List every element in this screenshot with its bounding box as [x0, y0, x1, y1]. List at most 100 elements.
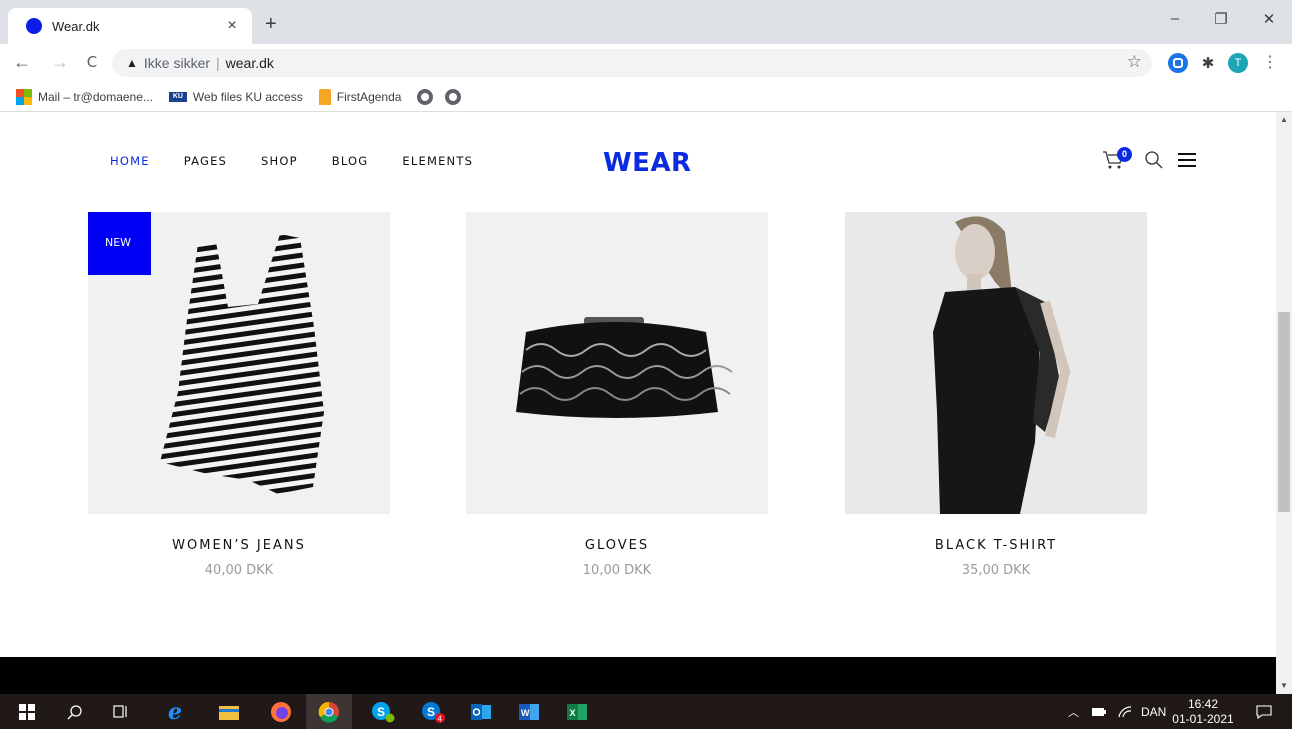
scroll-up-icon[interactable]: ▲: [1276, 112, 1292, 128]
menu-hamburger-icon[interactable]: [1178, 153, 1196, 167]
search-icon: [67, 704, 82, 719]
globe-icon[interactable]: [417, 88, 434, 105]
back-button[interactable]: ←: [10, 52, 34, 72]
cart-count-badge[interactable]: 0: [1117, 147, 1132, 162]
bookmark-ku[interactable]: KU Web files KU access: [168, 89, 303, 104]
folder-icon: [219, 705, 239, 720]
notifications-icon[interactable]: [1244, 694, 1284, 729]
browser-tab[interactable]: Wear.dk ×: [8, 8, 252, 44]
scroll-thumb[interactable]: [1278, 312, 1290, 512]
forward-button[interactable]: →: [48, 52, 72, 72]
bookmark-firstagenda[interactable]: FirstAgenda: [318, 88, 401, 105]
taskbar-search-icon[interactable]: [52, 694, 98, 729]
site-navigation: HOME PAGES SHOP BLOG ELEMENTS: [110, 154, 473, 168]
page-scrollbar[interactable]: ▲ ▼: [1276, 112, 1292, 694]
model-in-black-image: [933, 216, 1071, 514]
search-icon[interactable]: [1144, 150, 1164, 170]
scroll-down-icon[interactable]: ▼: [1276, 678, 1292, 694]
action-center-icon: [1256, 704, 1272, 719]
outlook-icon[interactable]: [458, 694, 504, 729]
edge-glyph-icon: e: [168, 698, 182, 725]
excel-icon[interactable]: X: [554, 694, 600, 729]
word-icon[interactable]: W: [506, 694, 552, 729]
product-name[interactable]: WOMEN’S JEANS: [88, 538, 390, 553]
minimize-button[interactable]: –: [1152, 10, 1198, 27]
product-name[interactable]: GLOVES: [466, 538, 768, 553]
bookmark-label: Mail – tr@domaene...: [38, 89, 153, 104]
extensions-puzzle-icon[interactable]: ✱: [1198, 53, 1218, 73]
security-status[interactable]: Ikke sikker: [144, 55, 210, 71]
outlook-glyph-icon: [471, 703, 491, 720]
new-tab-button[interactable]: +: [265, 14, 277, 34]
site-logo[interactable]: WEAR: [603, 148, 692, 178]
window-close-button[interactable]: ✕: [1246, 10, 1292, 28]
restore-button[interactable]: ❐: [1198, 10, 1244, 28]
bookmarks-bar: Mail – tr@domaene... KU Web files KU acc…: [0, 82, 1292, 112]
address-bar[interactable]: ▲ Ikke sikker | wear.dk ☆: [112, 49, 1152, 77]
svg-text:S: S: [377, 705, 385, 719]
profile-avatar[interactable]: T: [1228, 53, 1248, 73]
product-price: 35,00 DKK: [961, 563, 1031, 578]
excel-glyph-icon: X: [567, 703, 587, 720]
skype-glyph-icon: S: [372, 701, 395, 722]
battery-icon[interactable]: [1091, 706, 1107, 718]
windows-taskbar: e S S4 W X ︿ DAN 16:42 01-01-2021: [0, 694, 1292, 729]
nav-shop[interactable]: SHOP: [261, 154, 298, 168]
task-view-glyph-icon: [113, 704, 127, 718]
product-image[interactable]: [466, 212, 768, 514]
product-image[interactable]: NEW: [88, 212, 390, 514]
extension-icon[interactable]: [1168, 53, 1188, 73]
product-card[interactable]: NEW WOMEN’S JEANS 40,00 DKK: [88, 212, 390, 578]
wifi-icon[interactable]: [1117, 705, 1133, 719]
skype-icon[interactable]: S: [360, 694, 406, 729]
address-separator: |: [216, 55, 220, 71]
firefox-glyph-icon: [271, 701, 291, 722]
word-glyph-icon: W: [519, 703, 539, 720]
browser-toolbar: ← → C ▲ Ikke sikker | wear.dk ☆ ✱ T ⋮: [0, 44, 1292, 82]
globe-icon[interactable]: [445, 88, 462, 105]
chrome-taskbar-icon[interactable]: [306, 694, 352, 729]
product-price: 10,00 DKK: [582, 563, 652, 578]
skype-business-glyph-icon: S4: [422, 701, 445, 723]
new-badge: NEW: [88, 212, 151, 275]
product-image[interactable]: [845, 212, 1147, 514]
nav-home[interactable]: HOME: [110, 154, 150, 168]
file-explorer-icon[interactable]: [206, 694, 252, 729]
skype-business-icon[interactable]: S4: [410, 694, 456, 729]
ku-icon: KU: [168, 91, 187, 102]
firefox-icon[interactable]: [258, 694, 304, 729]
edge-icon[interactable]: e: [152, 694, 198, 729]
black-clutch-image: [516, 317, 733, 418]
chrome-icon: [318, 701, 339, 723]
nav-pages[interactable]: PAGES: [184, 154, 227, 168]
product-name[interactable]: BLACK T-SHIRT: [845, 538, 1147, 553]
svg-text:W: W: [521, 708, 530, 718]
bookmark-star-icon[interactable]: ☆: [1127, 52, 1142, 72]
tray-expand-icon[interactable]: ︿: [1068, 704, 1079, 720]
language-indicator[interactable]: DAN: [1141, 705, 1166, 719]
product-price: 40,00 DKK: [204, 563, 274, 578]
system-tray: ︿ DAN: [1068, 694, 1166, 729]
clock-date: 01-01-2021: [1172, 712, 1234, 726]
task-view-icon[interactable]: [98, 694, 144, 729]
product-card[interactable]: GLOVES 10,00 DKK: [466, 212, 768, 578]
svg-text:X: X: [570, 708, 576, 718]
bookmark-label: Web files KU access: [192, 89, 303, 104]
nav-blog[interactable]: BLOG: [332, 154, 369, 168]
start-button[interactable]: [4, 694, 50, 729]
extension-glyph-icon: [1173, 58, 1183, 68]
site-favicon-icon: [26, 18, 42, 34]
svg-text:S: S: [427, 705, 435, 719]
tab-close-icon[interactable]: ×: [222, 17, 242, 35]
skype-badge-count: 4: [438, 714, 443, 723]
taskbar-clock[interactable]: 16:42 01-01-2021: [1168, 697, 1238, 727]
clock-time: 16:42: [1187, 697, 1219, 711]
bookmark-mail[interactable]: Mail – tr@domaene...: [16, 88, 153, 105]
nav-elements[interactable]: ELEMENTS: [402, 154, 473, 168]
warning-icon[interactable]: ▲: [126, 56, 138, 70]
microsoft-icon: [16, 88, 32, 105]
url-text[interactable]: wear.dk: [226, 55, 274, 71]
product-card[interactable]: BLACK T-SHIRT 35,00 DKK: [845, 212, 1147, 578]
chrome-menu-icon[interactable]: ⋮: [1262, 52, 1278, 72]
reload-button[interactable]: C: [80, 52, 104, 72]
